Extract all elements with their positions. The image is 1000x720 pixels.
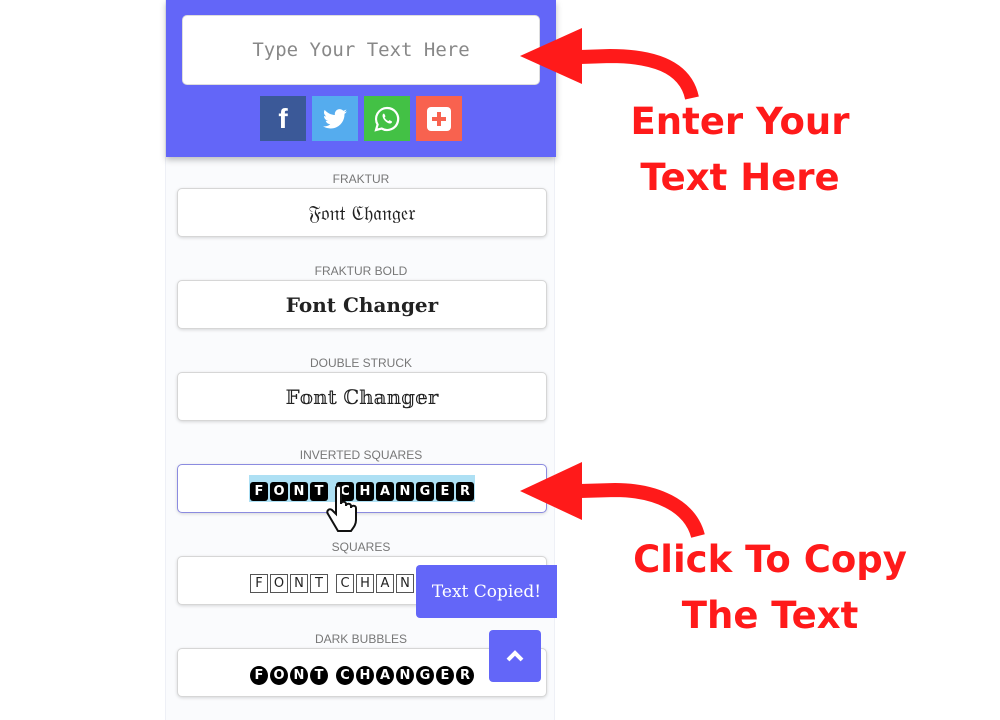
twitter-share-button[interactable] [312, 96, 358, 141]
more-share-button[interactable] [416, 96, 462, 141]
font-changer-panel: f FRAKTUR 𝔉𝔬𝔫𝔱 ℭ𝔥𝔞𝔫𝔤𝔢𝔯 FRAKTUR BOLD Font… [165, 0, 557, 720]
letter-glyph: R [456, 482, 474, 501]
letter-glyph: F [250, 666, 268, 685]
annotation-click-copy: Click To Copy The Text [620, 532, 920, 644]
letter-glyph: G [416, 482, 434, 501]
letter-glyph: F [250, 482, 268, 501]
letter-glyph: A [376, 574, 394, 593]
arrow-to-card-icon [520, 462, 705, 539]
text-copied-toast: Text Copied! [416, 565, 557, 618]
letter-glyph: O [270, 574, 288, 593]
letter-glyph: R [456, 666, 474, 685]
style-text: 𝔽𝕠𝕟𝕥 ℂ𝕙𝕒𝕟𝕘𝕖𝕣 [285, 384, 439, 409]
facebook-icon: f [278, 102, 288, 134]
style-card-fraktur[interactable]: 𝔉𝔬𝔫𝔱 ℭ𝔥𝔞𝔫𝔤𝔢𝔯 [177, 188, 547, 237]
letter-glyph: E [436, 482, 454, 501]
letter-glyph: H [356, 574, 374, 593]
style-text: FONTCHANGER [249, 660, 475, 685]
letter-glyph: N [290, 666, 308, 685]
letter-glyph: H [356, 666, 374, 685]
letter-glyph: T [310, 574, 328, 593]
style-label-double-struck: DOUBLE STRUCK [309, 356, 413, 370]
letter-glyph: A [376, 666, 394, 685]
annotation-line: Enter Your [630, 100, 850, 143]
style-text: Font Changer [285, 292, 439, 317]
style-label-fraktur: FRAKTUR [332, 172, 390, 186]
letter-glyph: N [290, 482, 308, 501]
style-label-fraktur-bold: FRAKTUR BOLD [314, 264, 408, 278]
letter-glyph: C [336, 666, 354, 685]
style-label-squares: SQUARES [331, 540, 391, 554]
letter-glyph: E [436, 666, 454, 685]
style-card-fraktur-bold[interactable]: Font Changer [177, 280, 547, 329]
style-label-inverted-squares: INVERTED SQUARES [299, 448, 423, 462]
chevron-up-icon [506, 650, 524, 662]
text-input[interactable] [182, 15, 540, 85]
letter-glyph: C [336, 574, 354, 593]
annotation-line: The Text [681, 594, 859, 637]
letter-glyph: F [250, 574, 268, 593]
letter-glyph: N [396, 666, 414, 685]
letter-glyph: N [396, 574, 414, 593]
letter-glyph: O [270, 666, 288, 685]
whatsapp-share-button[interactable] [364, 96, 410, 141]
hand-cursor-icon [326, 484, 357, 532]
letter-glyph: A [376, 482, 394, 501]
letter-glyph: N [396, 482, 414, 501]
letter-glyph: O [270, 482, 288, 501]
whatsapp-icon [374, 106, 400, 132]
style-card-double-struck[interactable]: 𝔽𝕠𝕟𝕥 ℂ𝕙𝕒𝕟𝕘𝕖𝕣 [177, 372, 547, 421]
annotation-line: Click To Copy [633, 538, 907, 581]
letter-glyph: T [310, 666, 328, 685]
header: f [166, 0, 556, 157]
facebook-share-button[interactable]: f [260, 96, 306, 141]
annotation-line: Text Here [640, 156, 840, 199]
plus-icon [427, 106, 451, 131]
letter-glyph: G [416, 666, 434, 685]
style-text: 𝔉𝔬𝔫𝔱 ℭ𝔥𝔞𝔫𝔤𝔢𝔯 [308, 200, 416, 225]
scroll-to-top-button[interactable] [489, 630, 541, 682]
style-text: FONTCHAN [249, 568, 415, 593]
annotation-enter-text: Enter Your Text Here [600, 94, 880, 206]
arrow-to-input-icon [520, 28, 699, 100]
twitter-icon [323, 108, 347, 128]
letter-glyph: N [290, 574, 308, 593]
